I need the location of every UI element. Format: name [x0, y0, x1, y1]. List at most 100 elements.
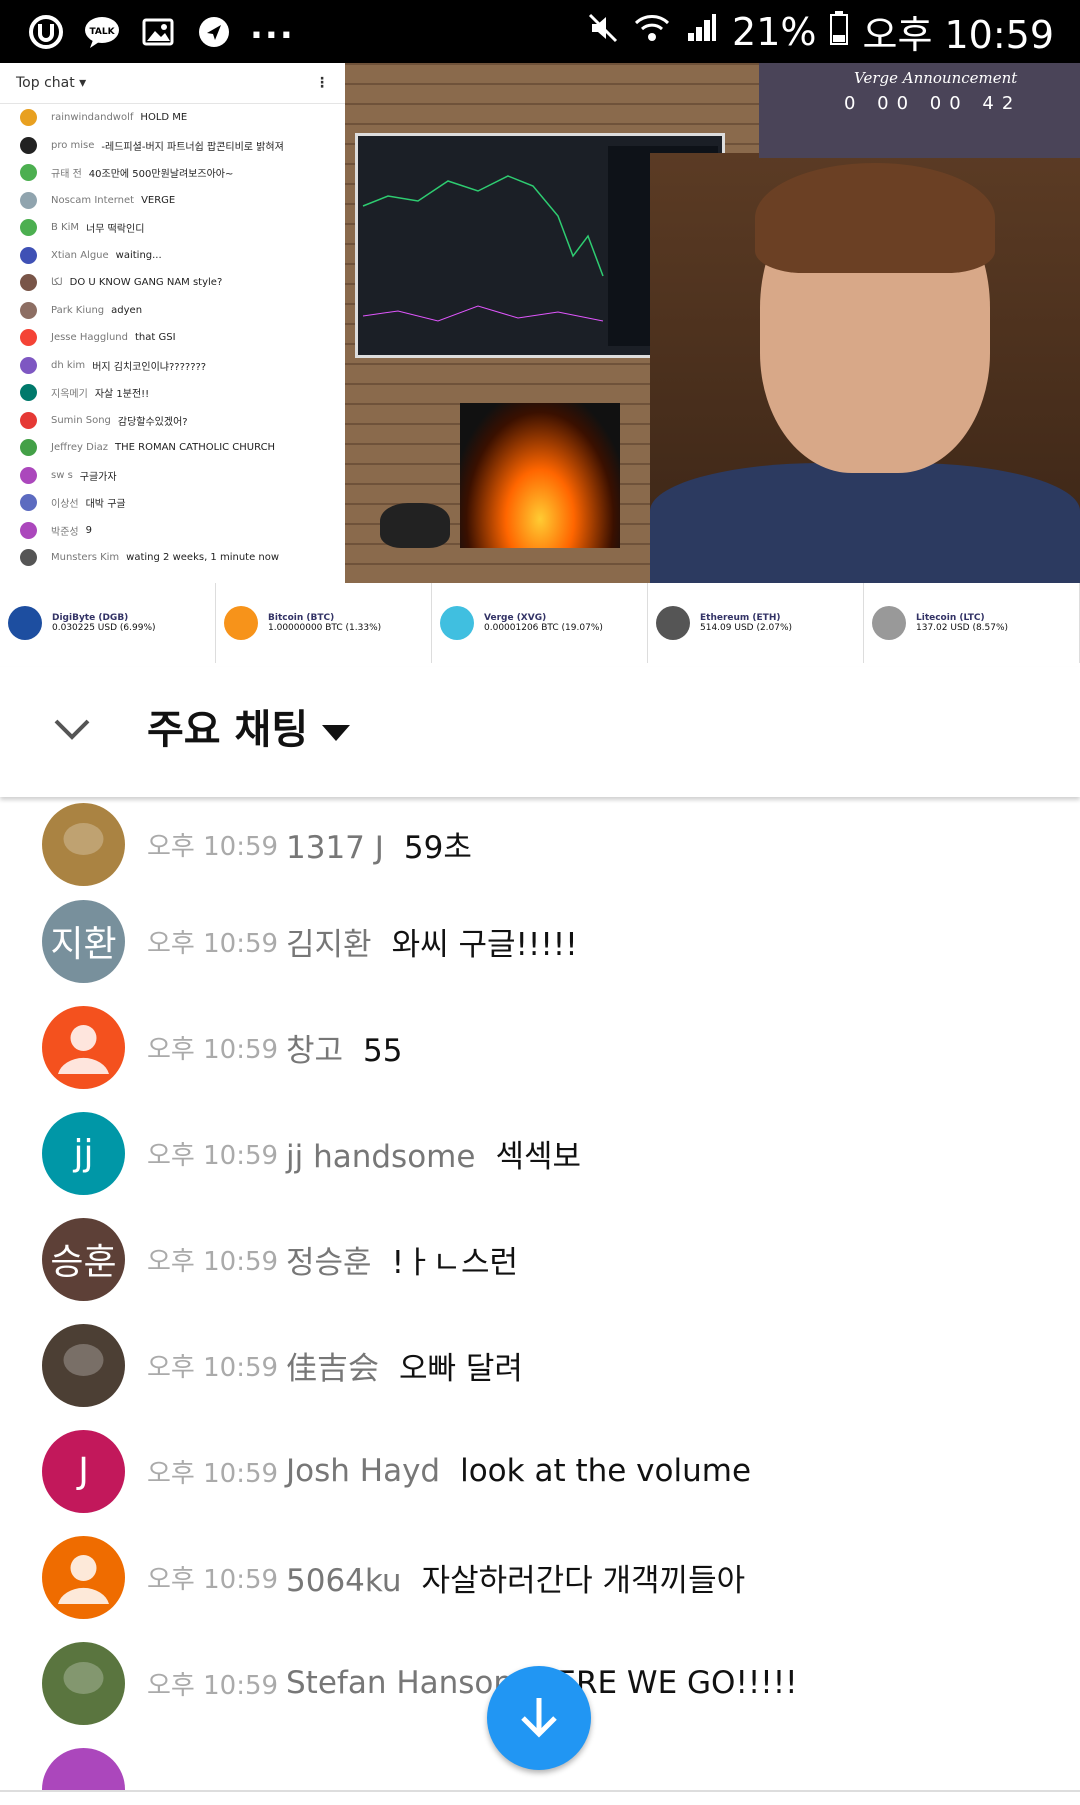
embedded-chat-text: that GSI — [135, 332, 176, 344]
chat-message-list[interactable]: 오후 10:59 1317 J 59초 지환 오후 10:59 김지환 와씨 구글!!!!!… — [0, 800, 1080, 1790]
chat-mode-title[interactable]: 주요 채팅 — [147, 697, 308, 755]
embedded-chat-avatar — [20, 466, 37, 484]
embedded-chat-text: 감당할수있겠어? — [117, 416, 188, 428]
message-timestamp: 오후 10:59 — [147, 1246, 279, 1277]
embedded-chat-message: Noscam Internet VERGE — [0, 187, 345, 215]
video-player[interactable]: Top chat ▾ ⋮ rainwindandwolf HOLD ME pro m… — [0, 63, 1080, 663]
embedded-chat-author: 이상선 — [51, 499, 79, 511]
presenter-hair — [755, 163, 995, 273]
dropdown-caret-icon[interactable] — [322, 725, 350, 745]
message-body: 佳吉会 오빠 달려 — [286, 1343, 523, 1388]
message-author[interactable]: Stefan Hanson — [286, 1665, 513, 1701]
chat-message[interactable]: 오후 10:59 1317 J 59초 — [0, 800, 1080, 888]
coin-name: Ethereum (ETH) — [700, 613, 781, 623]
embedded-chat-avatar — [20, 549, 37, 567]
coin-name: Verge (XVG) — [484, 613, 547, 623]
chat-message[interactable]: 오후 10:59 5064ku 자살하러간다 개객끼들아 — [0, 1524, 1080, 1630]
avatar[interactable] — [42, 1323, 125, 1407]
embedded-chat-message: sw s 구글가자 — [0, 462, 345, 490]
message-text: 와씨 구글!!!!! — [391, 926, 578, 963]
chat-message[interactable]: 승훈 오후 10:59 정승훈 !ㅏㄴ스런 — [0, 1206, 1080, 1312]
avatar[interactable]: J — [42, 1429, 125, 1513]
embedded-chat-author: dh kim — [51, 359, 86, 371]
coin-logo-icon — [440, 606, 474, 640]
embedded-chat-text: waiting... — [115, 249, 162, 261]
embedded-chat-message: 이상선 대박 구글 — [0, 489, 345, 517]
ticker-coin: Ethereum (ETH) 514.09 USD (2.07%) — [648, 583, 864, 663]
message-author[interactable]: 1317 J — [286, 830, 384, 866]
profile-photo — [42, 1323, 125, 1407]
wifi-icon — [634, 10, 670, 54]
coin-price: 1.00000000 BTC (1.33%) — [268, 623, 382, 633]
message-text: look at the volume — [460, 1453, 752, 1489]
embedded-chat-avatar — [20, 274, 37, 292]
avatar[interactable]: 승훈 — [42, 1217, 125, 1301]
avatar[interactable] — [42, 802, 125, 886]
embedded-chat-avatar — [20, 191, 37, 209]
embedded-chat-message: Jeffrey Diaz THE ROMAN CATHOLIC CHURCH — [0, 434, 345, 462]
embedded-chat-author: Xtian Algue — [51, 249, 109, 261]
coin-price: 514.09 USD (2.07%) — [700, 623, 793, 633]
avatar[interactable] — [42, 1641, 125, 1725]
chat-message[interactable]: 오후 10:59 창고 55 — [0, 994, 1080, 1100]
embedded-chat-message: 지옥메기 자살 1분전!! — [0, 379, 345, 407]
message-author[interactable]: Josh Hayd — [286, 1453, 440, 1489]
profile-photo — [42, 1641, 125, 1725]
chat-message[interactable]: 오후 10:59 佳吉会 오빠 달려 — [0, 1312, 1080, 1418]
embedded-chat-message: 박준성 9 — [0, 517, 345, 545]
message-timestamp: 오후 10:59 — [147, 1458, 279, 1489]
embedded-chat-author: 지옥메기 — [51, 389, 88, 401]
message-text: 55 — [363, 1032, 403, 1069]
ticker-coin: DigiByte (DGB) 0.030225 USD (6.99%) — [0, 583, 216, 663]
embedded-chat-avatar — [20, 136, 37, 154]
verge-banner-title: Verge Announcement — [854, 69, 1018, 87]
embedded-chat-author: pro mise — [51, 139, 95, 151]
avatar[interactable] — [42, 1535, 125, 1619]
chat-message[interactable]: jj 오후 10:59 jj handsome 섹섹보 — [0, 1100, 1080, 1206]
more-notifications-icon: ... — [250, 6, 295, 47]
default-person-icon — [58, 1554, 109, 1604]
embedded-chat-message: Xtian Algue waiting... — [0, 242, 345, 270]
avatar[interactable]: jj — [42, 1111, 125, 1195]
collapse-chevron-icon[interactable] — [52, 717, 92, 745]
embedded-chat-author: sw s — [51, 469, 73, 481]
presenter-shirt — [650, 463, 1080, 583]
avatar[interactable] — [42, 1005, 125, 1089]
ticker-coin: Verge (XVG) 0.00001206 BTC (19.07%) — [432, 583, 648, 663]
message-author[interactable]: 창고 — [286, 1033, 343, 1069]
message-author[interactable]: 5064ku — [286, 1563, 402, 1599]
embedded-chat-author: لكا — [51, 277, 63, 289]
coin-name: Bitcoin (BTC) — [268, 613, 335, 623]
embedded-chat-avatar — [20, 521, 37, 539]
chat-message[interactable]: 지환 오후 10:59 김지환 와씨 구글!!!!! — [0, 888, 1080, 994]
embedded-chat-message: B KiM 너무 떡락인디 — [0, 214, 345, 242]
embedded-chat-author: Noscam Internet — [51, 194, 135, 206]
avatar[interactable] — [42, 1747, 125, 1790]
coin-logo-icon — [872, 606, 906, 640]
scroll-to-bottom-button[interactable] — [487, 1666, 591, 1770]
message-body: jj handsome 섹섹보 — [286, 1131, 581, 1176]
message-body: 창고 55 — [286, 1025, 403, 1070]
embedded-chat-text: HOLD ME — [140, 112, 188, 124]
avatar[interactable]: 지환 — [42, 899, 125, 983]
message-author[interactable]: jj handsome — [286, 1139, 475, 1175]
signal-icon — [684, 10, 718, 54]
message-timestamp: 오후 10:59 — [147, 1564, 279, 1595]
verge-announcement-banner: Verge Announcement 0 00 00 42 — [759, 63, 1080, 158]
embedded-chat-author: B KiM — [51, 222, 80, 234]
mute-icon — [586, 10, 620, 54]
embedded-chat-text: VERGE — [141, 194, 176, 206]
message-body: 5064ku 자살하러간다 개객끼들아 — [286, 1555, 745, 1600]
status-bar: TALK ... 21% 오후 10:59 — [0, 0, 1080, 63]
message-author[interactable]: 佳吉会 — [286, 1351, 379, 1387]
chat-message[interactable]: J 오후 10:59 Josh Hayd look at the volume — [0, 1418, 1080, 1524]
embedded-live-chat: Top chat ▾ ⋮ rainwindandwolf HOLD ME pro m… — [0, 63, 345, 583]
embedded-chat-author: 규태 전 — [51, 169, 82, 181]
message-timestamp: 오후 10:59 — [147, 1140, 279, 1171]
avatar-initials: jj — [73, 1132, 94, 1174]
message-body: 1317 J 59초 — [286, 822, 472, 867]
message-author[interactable]: 김지환 — [286, 927, 372, 963]
message-text: 오빠 달려 — [399, 1350, 523, 1387]
message-author[interactable]: 정승훈 — [286, 1245, 372, 1281]
embedded-chat-text: 버지 김치코인이냐??????? — [92, 361, 207, 373]
